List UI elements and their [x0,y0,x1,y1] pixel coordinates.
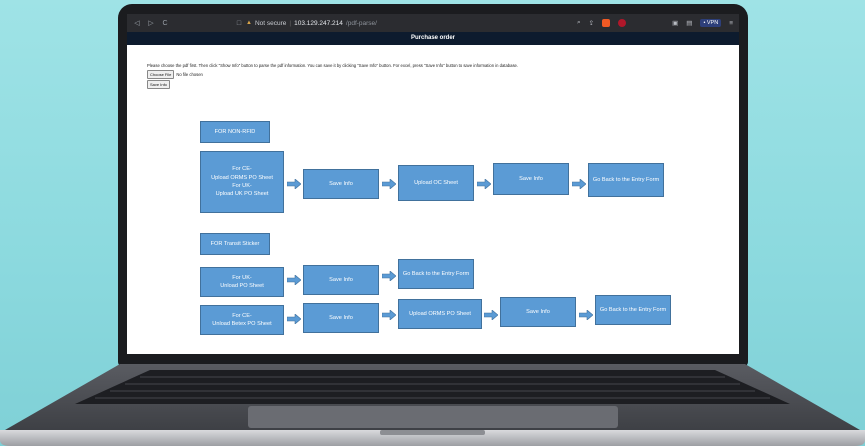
save-info-label-3: Save Info [329,276,353,283]
address-separator: | [289,19,292,27]
upload-oc-box: Upload OC Sheet [398,165,474,201]
back-icon[interactable]: ◁ [133,19,141,27]
go-back-label-3: Go Back to the Entry Form [599,306,667,313]
browser-toolbar: ◁ ▷ C □ ▲ Not secure | 103.129.247.214/p… [127,14,739,32]
go-back-box-1: Go Back to the Entry Form [588,163,664,197]
transit-sticker-label: FOR Transit Sticker [210,240,260,247]
arrow-right-icon [572,179,586,189]
file-status-label: No file chosen [176,72,203,77]
upload-orms-box: Upload ORMS PO Sheet [398,299,482,329]
ce-uk-line-3: For UK- [232,183,252,189]
brave-rewards-icon[interactable] [618,19,627,27]
save-info-box-1: Save Info [303,169,379,199]
arrow-right-icon [287,275,301,285]
file-input-row: Choose File No file chosen [147,70,719,79]
arrow-right-icon [382,310,396,320]
ce-uk-line-2: Upload ORMS PO Sheet [211,174,273,181]
ce-uk-line-1: For CE- [232,166,252,173]
save-info-box-2: Save Info [493,163,569,195]
go-back-label-1: Go Back to the Entry Form [592,176,660,183]
share-icon[interactable]: ⇪ [589,19,594,27]
vpn-button[interactable]: • VPN [700,19,722,27]
workflow-diagram: FOR NON-RFID For CE- Upload ORMS PO Shee… [151,99,671,354]
ce-line-1: For CE- [232,312,252,319]
non-rfid-label: FOR NON-RFID [214,128,256,135]
page-content: Please choose the pdf first. Then click … [127,45,739,93]
arrow-right-icon [382,179,396,189]
save-info-label-2: Save Info [519,175,543,182]
save-info-label-4: Save Info [329,314,353,321]
arrow-right-icon [477,179,491,189]
go-back-box-2: Go Back to the Entry Form [398,259,474,289]
not-secure-label[interactable]: Not secure [255,20,286,27]
transit-sticker-box: FOR Transit Sticker [200,233,270,255]
browser-window: ◁ ▷ C □ ▲ Not secure | 103.129.247.214/p… [127,14,739,354]
sidebar-icon[interactable]: ▣ [672,19,678,27]
save-info-box-3: Save Info [303,265,379,295]
uk-line-2: Unload PO Sheet [220,283,264,289]
save-info-label-1: Save Info [329,180,353,187]
arrow-right-icon [287,314,301,324]
arrow-right-icon [287,179,301,189]
brave-shields-icon[interactable] [602,19,611,27]
save-info-box-5: Save Info [500,297,576,327]
save-row: Save Info [147,80,719,89]
go-back-box-3: Go Back to the Entry Form [595,295,671,325]
go-back-label-2: Go Back to the Entry Form [402,270,470,277]
arrow-right-icon [484,310,498,320]
upload-orms-label: Upload ORMS PO Sheet [409,310,471,317]
ce-upload-box: For CE- Unload Betex PO Sheet [200,305,284,335]
arrow-right-icon [382,271,396,281]
choose-file-button[interactable]: Choose File [147,70,175,79]
ce-line-2: Unload Betex PO Sheet [212,321,272,327]
bookmark-icon[interactable]: □ [235,20,243,27]
toolbar-right-icons: ⌕ ⇪ ▣ ▤ • VPN ≡ [577,19,733,27]
url-path: /pdf-parse/ [345,19,377,27]
uk-upload-box: For UK- Unload PO Sheet [200,267,284,297]
zoom-icon[interactable]: ⌕ [577,19,581,27]
non-rfid-box: FOR NON-RFID [200,121,270,143]
ce-uk-upload-box: For CE- Upload ORMS PO Sheet For UK- Upl… [200,151,284,213]
url-host: 103.129.247.214 [294,19,343,27]
warning-icon: ▲ [246,20,252,26]
instructions-text: Please choose the pdf first. Then click … [147,63,519,68]
wallet-icon[interactable]: ▤ [686,19,692,27]
laptop-base [0,364,865,446]
forward-icon[interactable]: ▷ [147,19,155,27]
save-info-button[interactable]: Save Info [147,80,170,89]
address-bar[interactable]: □ ▲ Not secure | 103.129.247.214/pdf-par… [235,20,377,27]
page-title: Purchase order [127,32,739,45]
arrow-right-icon [579,310,593,320]
save-info-box-4: Save Info [303,303,379,333]
menu-icon[interactable]: ≡ [729,20,733,27]
ce-uk-line-4: Upload UK PO Sheet [215,191,269,198]
uk-line-1: For UK- [232,274,252,281]
save-info-label-5: Save Info [526,308,550,315]
upload-oc-label: Upload OC Sheet [414,179,458,186]
reload-icon[interactable]: C [161,20,169,27]
